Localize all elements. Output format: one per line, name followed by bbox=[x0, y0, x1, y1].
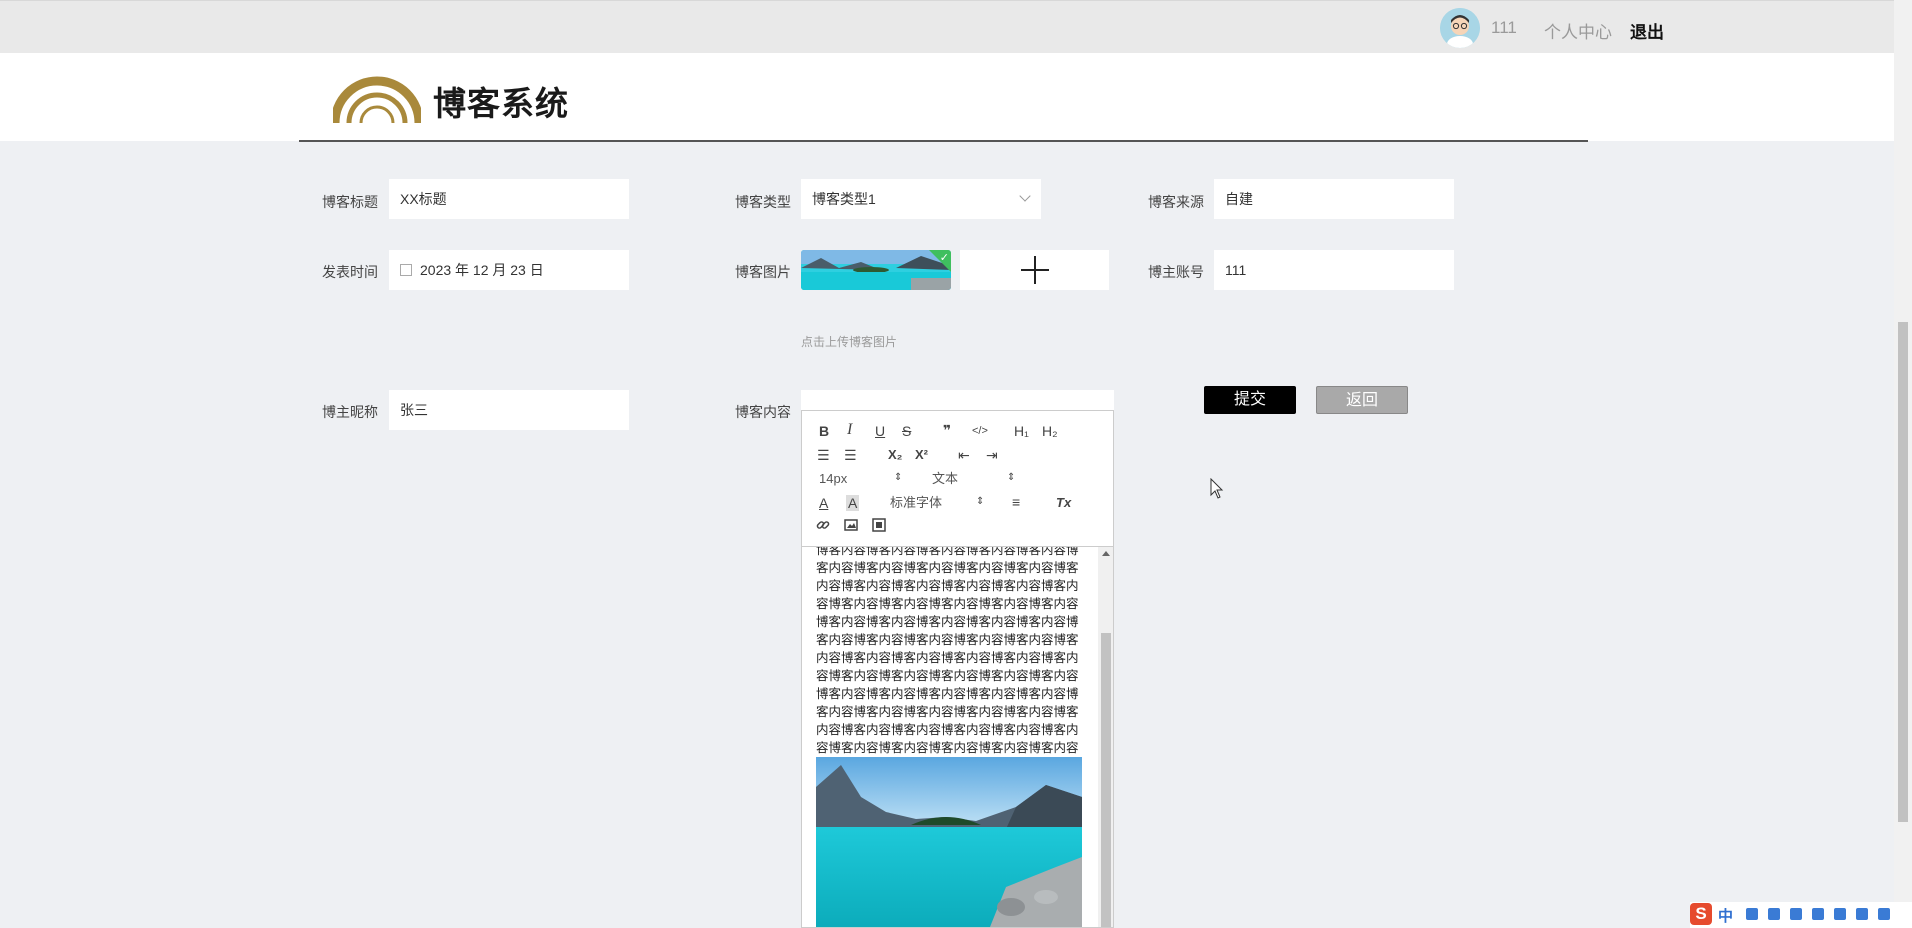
image-icon[interactable] bbox=[844, 519, 858, 531]
h2-button[interactable]: H₂ bbox=[1042, 423, 1058, 439]
blog-image-label: 博客图片 bbox=[735, 264, 791, 280]
skin-icon[interactable] bbox=[1812, 908, 1824, 920]
content-lake-image bbox=[816, 757, 1082, 927]
subscript-button[interactable]: X₂ bbox=[888, 447, 902, 463]
settings-icon[interactable] bbox=[1878, 908, 1890, 920]
code-button[interactable]: </> bbox=[972, 423, 988, 439]
personal-center-link[interactable]: 个人中心 bbox=[1544, 18, 1612, 43]
editor-scrollbar[interactable] bbox=[1098, 547, 1113, 927]
top-bar: 111 个人中心 退出 bbox=[0, 0, 1894, 54]
avatar-icon bbox=[1440, 8, 1480, 48]
upload-hint: 点击上传博客图片 bbox=[801, 335, 898, 349]
font-color-button[interactable]: A bbox=[819, 495, 828, 511]
editor-scroll-thumb[interactable] bbox=[1101, 633, 1111, 927]
header-divider bbox=[299, 140, 1588, 142]
ime-mode[interactable]: 中 bbox=[1718, 905, 1733, 926]
page-scroll-thumb[interactable] bbox=[1898, 322, 1908, 822]
background-color-button[interactable]: A bbox=[846, 495, 860, 511]
editor-toolbar: B I U S ❞ </> H₁ H₂ ☰ ☰ X₂ X² ⇤ ⇥ 14px ⇕… bbox=[802, 411, 1113, 547]
keyboard-icon[interactable] bbox=[1790, 908, 1802, 920]
updown-icon: ⇕ bbox=[894, 472, 903, 483]
image-upload-button[interactable] bbox=[960, 250, 1109, 290]
ordered-list-button[interactable]: ☰ bbox=[817, 447, 830, 463]
blog-type-value: 博客类型1 bbox=[812, 191, 876, 207]
chevron-down-icon bbox=[1019, 190, 1031, 202]
font-size-select[interactable]: 14px bbox=[819, 471, 847, 487]
punctuation-icon[interactable] bbox=[1746, 908, 1758, 920]
indent-button[interactable]: ⇥ bbox=[986, 447, 998, 463]
submit-button[interactable]: 提交 bbox=[1204, 386, 1296, 414]
editor-content[interactable]: 博客内容博客内容博客内容博客内容博客内容博客内容博客内容博客内容博客内容博客内容… bbox=[802, 547, 1097, 927]
blog-type-label: 博客类型 bbox=[735, 194, 791, 210]
username: 111 bbox=[1491, 18, 1517, 37]
page-scrollbar[interactable] bbox=[1894, 0, 1912, 928]
blog-type-select[interactable]: 博客类型1 bbox=[801, 179, 1041, 219]
align-button[interactable]: ≡ bbox=[1012, 494, 1020, 510]
blog-title-label: 博客标题 bbox=[322, 194, 378, 210]
outdent-button[interactable]: ⇤ bbox=[958, 447, 970, 463]
h1-button[interactable]: H₁ bbox=[1014, 423, 1029, 439]
emoji-icon[interactable] bbox=[1834, 908, 1846, 920]
strike-button[interactable]: S bbox=[902, 423, 911, 439]
calendar-icon bbox=[400, 264, 412, 276]
avatar[interactable] bbox=[1440, 8, 1480, 48]
publish-time-picker[interactable]: 2023 年 12 月 23 日 bbox=[389, 250, 629, 290]
ime-logo-icon: S bbox=[1690, 903, 1712, 925]
superscript-button[interactable]: X² bbox=[915, 447, 928, 463]
italic-button[interactable]: I bbox=[847, 422, 852, 438]
apps-icon[interactable] bbox=[1856, 908, 1868, 920]
microphone-icon[interactable] bbox=[1768, 908, 1780, 920]
publish-time-value: 2023 年 12 月 23 日 bbox=[420, 262, 544, 278]
bullet-list-button[interactable]: ☰ bbox=[844, 447, 857, 463]
back-button[interactable]: 返回 bbox=[1316, 386, 1408, 414]
updown-icon: ⇕ bbox=[976, 496, 985, 507]
rich-text-editor: B I U S ❞ </> H₁ H₂ ☰ ☰ X₂ X² ⇤ ⇥ 14px ⇕… bbox=[801, 410, 1114, 928]
updown-icon: ⇕ bbox=[1007, 472, 1016, 483]
blog-title-input[interactable] bbox=[389, 179, 629, 219]
blog-source-input[interactable] bbox=[1214, 179, 1454, 219]
link-icon[interactable] bbox=[816, 518, 830, 532]
video-icon[interactable] bbox=[872, 518, 886, 532]
ime-toolbar[interactable]: S 中 bbox=[1690, 902, 1912, 928]
blogger-nickname-label: 博主昵称 bbox=[322, 404, 378, 420]
scroll-up-icon[interactable] bbox=[1102, 551, 1110, 556]
blog-source-label: 博客来源 bbox=[1148, 194, 1204, 210]
blog-content-label: 博客内容 bbox=[735, 404, 791, 420]
logo-icon bbox=[333, 76, 421, 124]
quote-button[interactable]: ❞ bbox=[943, 422, 951, 438]
checkmark-icon: ✓ bbox=[939, 252, 949, 264]
font-family-select[interactable]: 标准字体 bbox=[890, 495, 942, 511]
blogger-account-label: 博主账号 bbox=[1148, 264, 1204, 280]
logout-link[interactable]: 退出 bbox=[1630, 18, 1664, 43]
bold-button[interactable]: B bbox=[819, 423, 829, 439]
format-select[interactable]: 文本 bbox=[932, 471, 958, 487]
clean-format-button[interactable]: Tx bbox=[1056, 495, 1071, 511]
publish-time-label: 发表时间 bbox=[322, 264, 378, 280]
mouse-cursor-icon bbox=[1210, 478, 1224, 499]
site-header: 博客系统 bbox=[0, 53, 1894, 141]
blogger-nickname-input[interactable] bbox=[389, 390, 629, 430]
underline-button[interactable]: U bbox=[875, 423, 885, 439]
uploaded-image-thumbnail[interactable]: ✓ bbox=[801, 250, 951, 290]
site-name: 博客系统 bbox=[433, 85, 569, 122]
blogger-account-input[interactable] bbox=[1214, 250, 1454, 290]
editor-top-strip bbox=[801, 390, 1114, 410]
